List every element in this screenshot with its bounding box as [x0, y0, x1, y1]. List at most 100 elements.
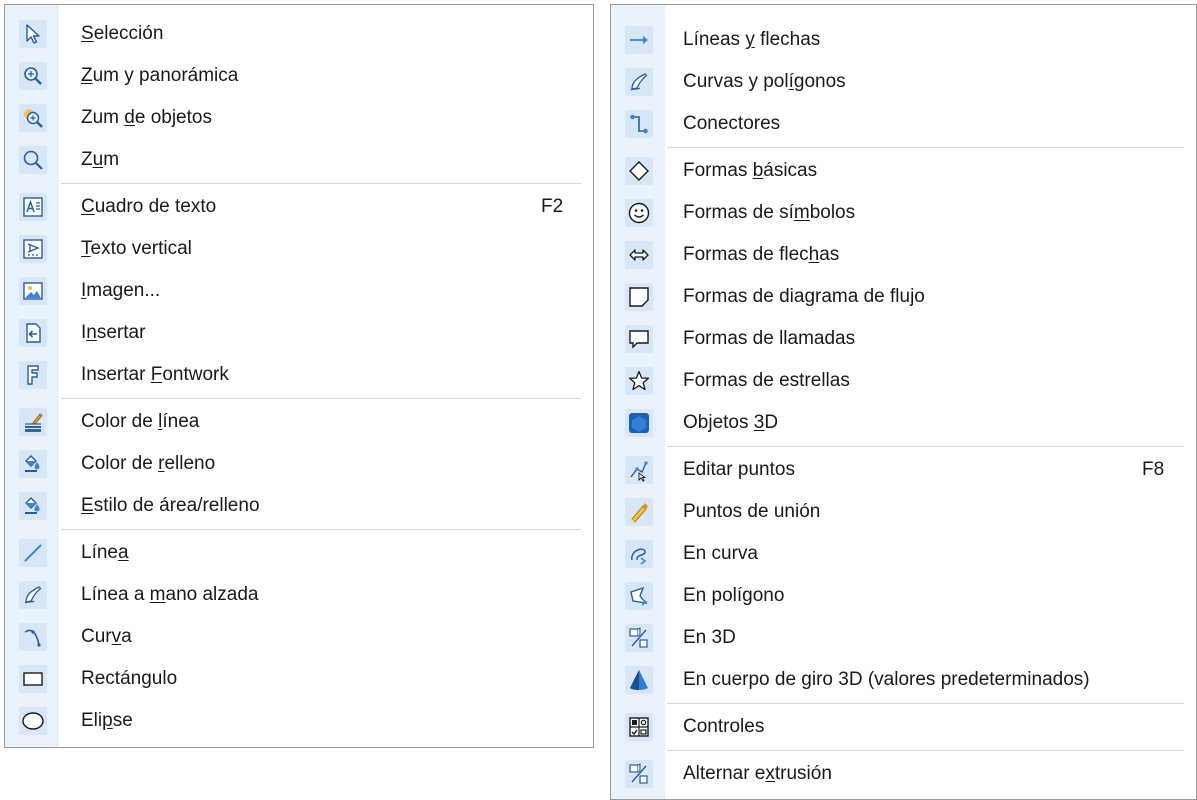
text-box-icon [19, 193, 47, 221]
menu-item-label: Zum [81, 149, 120, 170]
menu-item-formas-basicas[interactable]: Formas básicas [611, 150, 1196, 192]
menu-items: Líneas y flechas Curvas y polígonos Conect… [611, 5, 1196, 795]
menu-item-en-poligono[interactable]: En polígono [611, 575, 1196, 617]
menu-item-label: Color de relleno [81, 453, 216, 474]
mnemonic-letter: 3 [753, 412, 765, 433]
mnemonic-letter: b [752, 160, 764, 181]
mnemonic-letter: n [86, 322, 97, 343]
menu-separator [667, 147, 1184, 148]
menu-item-label: Formas de símbolos [683, 202, 856, 223]
menu-item-rectangulo[interactable]: Rectángulo [5, 658, 593, 700]
menu-item-puntos-de-union[interactable]: Puntos de unión [611, 491, 1196, 533]
cube-3d-icon [625, 409, 653, 437]
menu-item-imagen[interactable]: Imagen... [5, 270, 593, 312]
to-3d-icon [625, 624, 653, 652]
menu-item-linea[interactable]: Línea [5, 532, 593, 574]
menu-item-lineas-y-flechas[interactable]: Líneas y flechas [611, 19, 1196, 61]
menu-item-en-3d[interactable]: En 3D [611, 617, 1196, 659]
menu-item-formas-de-flechas[interactable]: Formas de flechas [611, 234, 1196, 276]
menu-item-label: Línea a mano alzada [81, 584, 259, 605]
context-menu-shapes: Líneas y flechas Curvas y polígonos Conect… [610, 4, 1197, 800]
menu-item-alternar-extrusion[interactable]: Alternar extrusión [611, 753, 1196, 795]
line-icon [19, 539, 47, 567]
mnemonic-letter: p [102, 710, 113, 731]
curve-icon [19, 623, 47, 651]
edit-points-icon [625, 456, 653, 484]
menu-item-formas-de-simbolos[interactable]: Formas de símbolos [611, 192, 1196, 234]
menu-item-zum-de-objetos[interactable]: Zum de objetos [5, 97, 593, 139]
to-curve-icon [625, 540, 653, 568]
menu-item-formas-de-estrellas[interactable]: Formas de estrellas [611, 360, 1196, 402]
area-style-icon [19, 492, 47, 520]
double-arrow-icon [625, 241, 653, 269]
menu-item-label: En 3D [683, 627, 736, 648]
freeform-line-icon [19, 581, 47, 609]
controls-icon [625, 713, 653, 741]
vertical-text-icon [19, 235, 47, 263]
menu-item-linea-a-mano-alzada[interactable]: Línea a mano alzada [5, 574, 593, 616]
menu-item-color-de-relleno[interactable]: Color de relleno [5, 443, 593, 485]
object-zoom-icon [19, 104, 47, 132]
menu-item-texto-vertical[interactable]: Texto vertical [5, 228, 593, 270]
menu-item-controles[interactable]: Controles [611, 706, 1196, 748]
menu-item-label: Curvas y polígonos [683, 71, 846, 92]
menu-item-elipse[interactable]: Elipse [5, 700, 593, 742]
menu-item-curvas-y-poligonos[interactable]: Curvas y polígonos [611, 61, 1196, 103]
menu-item-cuadro-de-texto[interactable]: Cuadro de texto F2 [5, 186, 593, 228]
menu-item-estilo-de-area-relleno[interactable]: Estilo de área/relleno [5, 485, 593, 527]
menu-separator [61, 398, 581, 399]
menu-item-label: Color de línea [81, 411, 200, 432]
menu-item-editar-puntos[interactable]: Editar puntos F8 [611, 449, 1196, 491]
star-icon [625, 367, 653, 395]
menu-item-label: Conectores [683, 113, 781, 134]
menu-item-label: Líneas y flechas [683, 29, 821, 50]
menu-item-insertar-fontwork[interactable]: Insertar Fontwork [5, 354, 593, 396]
menu-item-label: Imagen... [81, 280, 161, 301]
menu-item-curva[interactable]: Curva [5, 616, 593, 658]
menu-item-zum[interactable]: Zum [5, 139, 593, 181]
menu-item-label: Estilo de área/relleno [81, 495, 260, 516]
menu-separator [667, 750, 1184, 751]
menu-item-label: Formas de estrellas [683, 370, 850, 391]
menu-item-formas-de-diagrama-de-flujo[interactable]: Formas de diagrama de flujo [611, 276, 1196, 318]
ellipse-icon [19, 707, 47, 735]
menu-items: Selección Zum y panorámica Zum de objetos Z… [5, 5, 593, 742]
menu-item-label: Objetos 3D [683, 412, 779, 433]
menu-item-formas-de-llamadas[interactable]: Formas de llamadas [611, 318, 1196, 360]
line-arrow-icon [625, 26, 653, 54]
connector-icon [625, 110, 653, 138]
menu-item-en-curva[interactable]: En curva [611, 533, 1196, 575]
menu-item-label: Puntos de unión [683, 501, 821, 522]
menu-item-label: Formas de flechas [683, 244, 840, 265]
menu-item-insertar[interactable]: Insertar [5, 312, 593, 354]
menu-item-seleccion[interactable]: Selección [5, 13, 593, 55]
image-icon [19, 277, 47, 305]
menu-item-label: Curva [81, 626, 132, 647]
rotation-body-icon [625, 666, 653, 694]
menu-item-en-cuerpo-de-giro-3d-valores-predeterminados[interactable]: En cuerpo de giro 3D (valores predetermi… [611, 659, 1196, 701]
menu-item-label: Insertar [81, 322, 146, 343]
fontwork-icon [19, 361, 47, 389]
smiley-icon [625, 199, 653, 227]
mnemonic-letter: u [92, 149, 104, 170]
mnemonic-letter: F [150, 364, 163, 385]
toggle-extrusion-icon [625, 760, 653, 788]
menu-item-label: Alternar extrusión [683, 763, 832, 784]
diamond-icon [625, 157, 653, 185]
menu-item-objetos-3d[interactable]: Objetos 3D [611, 402, 1196, 444]
menu-item-zum-y-panoramica[interactable]: Zum y panorámica [5, 55, 593, 97]
menu-item-conectores[interactable]: Conectores [611, 103, 1196, 145]
menu-item-label: Elipse [81, 710, 133, 731]
callout-icon [625, 325, 653, 353]
menu-item-color-de-linea[interactable]: Color de línea [5, 401, 593, 443]
menu-item-label: Formas de llamadas [683, 328, 856, 349]
menu-item-shortcut: F2 [541, 196, 564, 217]
magnifier-icon [19, 146, 47, 174]
arrow-pointer-icon [19, 20, 47, 48]
menu-item-label: Zum de objetos [81, 107, 212, 128]
mnemonic-letter: T [81, 238, 91, 259]
menu-separator [667, 703, 1184, 704]
menu-item-label: Insertar Fontwork [81, 364, 229, 385]
mnemonic-letter: E [81, 495, 94, 516]
glue-points-icon [625, 498, 653, 526]
